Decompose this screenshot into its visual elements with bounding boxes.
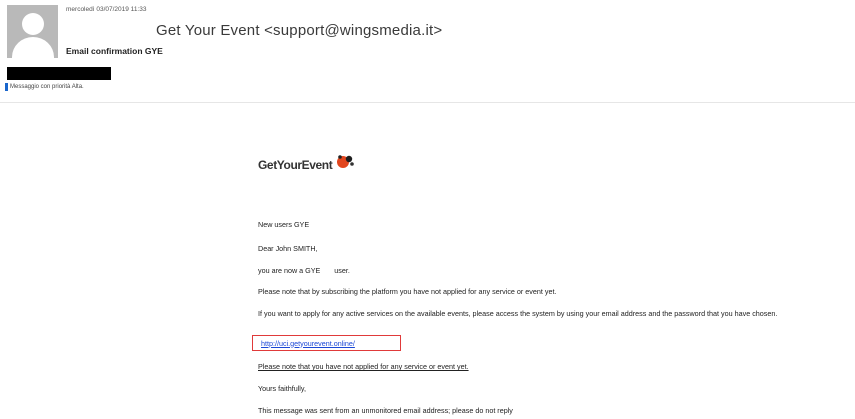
getyourevent-logo: GetYourEvent [258,155,356,172]
email-line-new-users: New users GYE [258,220,310,229]
email-line-closing: Yours faithfully, [258,384,306,393]
email-line-note-underlined: Please note that you have not applied fo… [258,362,469,371]
email-sender[interactable]: Get Your Event <support@wingsmedia.it> [156,22,442,39]
sender-avatar [7,5,58,58]
logo-mark-icon [337,155,355,168]
priority-notice: Messaggio con priorità Alta. [5,83,84,91]
avatar-head-shape [22,13,44,35]
email-subject: Email confirmation GYE [66,46,163,56]
priority-text: Messaggio con priorità Alta. [10,84,84,90]
avatar-body-shape [12,37,54,58]
redacted-recipient [7,67,111,80]
priority-icon [5,83,8,91]
header-divider [0,102,855,103]
highlighted-link-box: http://uci.getyourevent.online/ [252,335,401,351]
email-line-greeting: Dear John SMITH, [258,244,318,253]
email-line-instructions: If you want to apply for any active serv… [258,309,778,318]
email-line-note: Please note that by subscribing the plat… [258,287,557,296]
email-line-disclaimer: This message was sent from an unmonitore… [258,406,513,415]
email-date: mercoledì 03/07/2019 11:33 [66,6,147,13]
email-line-status: you are now a GYE user. [258,266,350,275]
logo-text: GetYourEvent [258,158,333,172]
platform-link[interactable]: http://uci.getyourevent.online/ [261,339,355,348]
